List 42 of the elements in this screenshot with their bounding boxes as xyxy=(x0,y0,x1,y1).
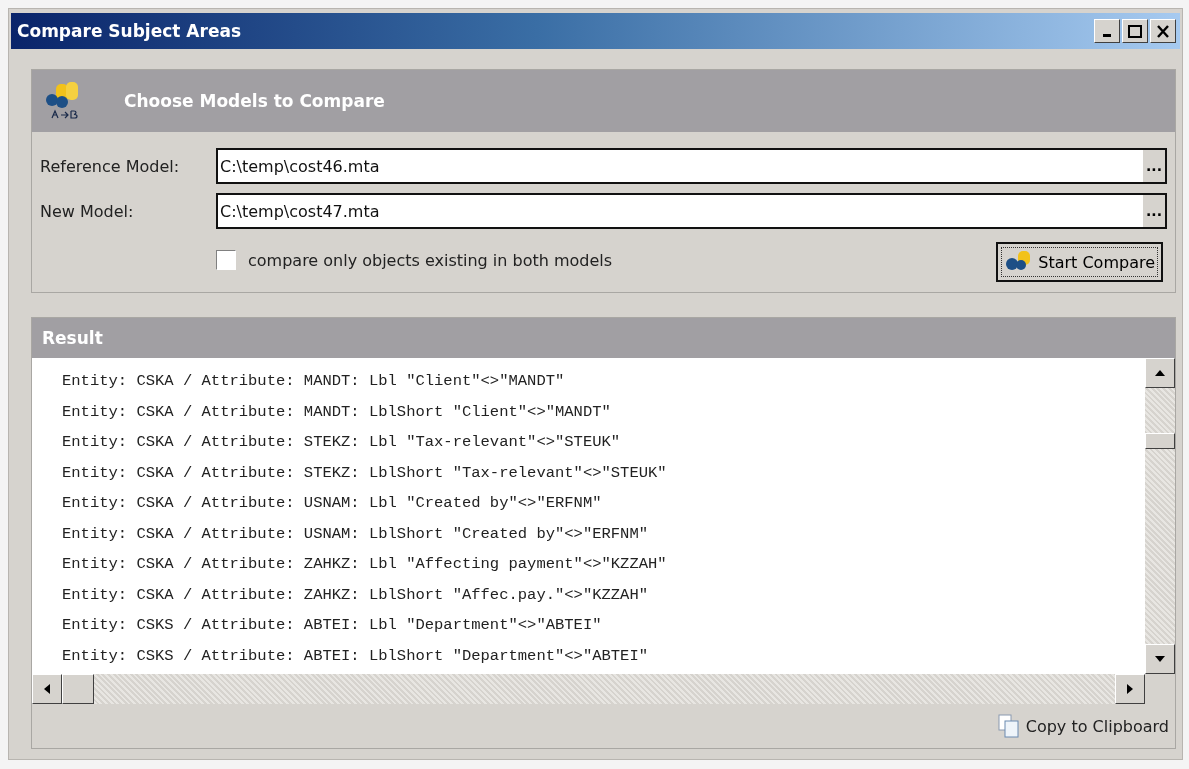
result-line: Entity: CSKA / Attribute: ZAHKZ: Lbl "Affecting payment"<>"KZZAH" xyxy=(62,554,668,575)
checkbox-label: compare only objects existing in both models xyxy=(248,250,614,270)
file-path-field[interactable]: C:\temp\cost47.mta ... xyxy=(216,193,1167,229)
scroll-right-button[interactable] xyxy=(1115,674,1145,704)
checkbox[interactable] xyxy=(216,250,236,270)
panel-title: Choose Models to Compare xyxy=(124,91,385,111)
vertical-scrollbar[interactable] xyxy=(1145,358,1175,674)
right-arrow-icon xyxy=(1127,684,1133,694)
minimize-button[interactable] xyxy=(1094,19,1120,43)
close-icon xyxy=(1156,24,1170,38)
result-line: Entity: CSKA / Attribute: USNAM: Lbl "Created by"<>"ERFNM" xyxy=(62,493,603,514)
result-line: Entity: CSKA / Attribute: ZAHKZ: LblShort "Affec.pay."<>"KZZAH" xyxy=(62,584,649,606)
down-arrow-icon xyxy=(1155,656,1165,662)
browse-button[interactable]: ... xyxy=(1143,150,1165,182)
window-title: Compare Subject Areas xyxy=(17,21,242,41)
scroll-thumb[interactable] xyxy=(62,674,94,704)
field-label: Reference Model: xyxy=(40,156,181,176)
up-arrow-icon xyxy=(1155,370,1165,376)
result-line: Entity: CSKS / Attribute: ABTEI: LblShort "Department"<>"ABTEI" xyxy=(62,645,649,667)
scroll-left-button[interactable] xyxy=(32,674,62,704)
maximize-button[interactable] xyxy=(1122,19,1148,43)
result-line: Entity: CSKA / Attribute: MANDT: Lbl "Client"<>"MANDT" xyxy=(62,371,566,392)
minimize-icon xyxy=(1103,33,1111,37)
copy-to-clipboard-button[interactable]: Copy to Clipboard xyxy=(997,714,1169,738)
result-line: Entity: CSKA / Attribute: USNAM: LblShort "Created by"<>"ERFNM" xyxy=(62,523,649,545)
field-label: New Model: xyxy=(40,201,135,221)
result-line: Entity: CSKA / Attribute: STEKZ: Lbl "Tax-relevant"<>"STEUK" xyxy=(62,432,622,453)
file-path-field[interactable]: C:\temp\cost46.mta ... xyxy=(216,148,1167,184)
result-line: Entity: CSKA / Attribute: STEKZ: LblShort "Tax-relevant"<>"STEUK" xyxy=(62,462,668,484)
panel-title: Result xyxy=(42,328,103,348)
horizontal-scrollbar[interactable] xyxy=(32,674,1145,704)
maximize-icon xyxy=(1128,24,1142,38)
result-line: Entity: CSKA / Attribute: MANDT: LblShort "Client"<>"MANDT" xyxy=(62,401,612,423)
documents-icon xyxy=(997,714,1020,738)
scroll-down-button[interactable] xyxy=(1145,644,1175,674)
result-line: Entity: CSKS / Attribute: ABTEI: Lbl "Department"<>"ABTEI" xyxy=(62,615,603,636)
browse-button[interactable]: ... xyxy=(1143,195,1165,227)
scroll-thumb[interactable] xyxy=(1145,433,1175,449)
scroll-up-button[interactable] xyxy=(1145,358,1175,388)
start-compare-button[interactable]: Start Compare xyxy=(996,242,1163,282)
close-button[interactable] xyxy=(1150,19,1176,43)
left-arrow-icon xyxy=(44,684,50,694)
